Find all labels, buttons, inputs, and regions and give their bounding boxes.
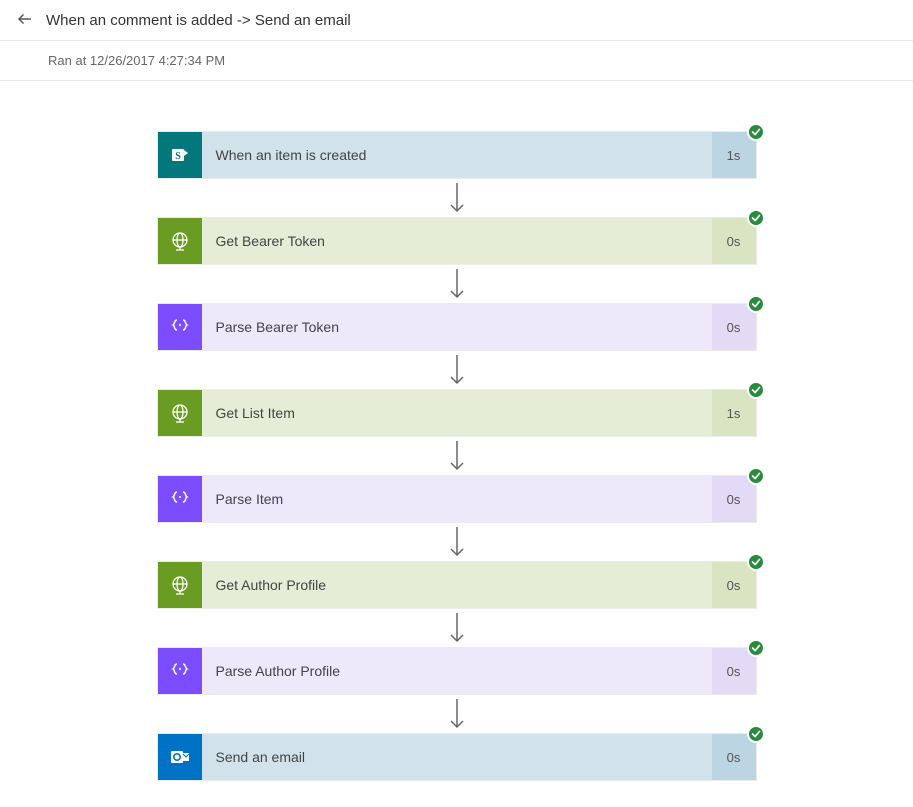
step-label: Parse Item: [202, 476, 712, 522]
run-timestamp: Ran at 12/26/2017 4:27:34 PM: [0, 41, 913, 81]
check-icon: [747, 381, 765, 399]
step-duration: 0s: [712, 648, 756, 694]
step-duration: 1s: [712, 132, 756, 178]
braces-icon: [158, 648, 202, 694]
flow-step-card[interactable]: Send an email0s: [157, 733, 757, 781]
flow-step-card[interactable]: Get List Item1s: [157, 389, 757, 437]
outlook-icon: [158, 734, 202, 780]
check-icon: [747, 295, 765, 313]
flow-step-card[interactable]: When an item is created1s: [157, 131, 757, 179]
check-icon: [747, 467, 765, 485]
step-duration: 0s: [712, 304, 756, 350]
step-label: Parse Author Profile: [202, 648, 712, 694]
check-icon: [747, 725, 765, 743]
step-duration: 0s: [712, 562, 756, 608]
step-label: Send an email: [202, 734, 712, 780]
step-label: Parse Bearer Token: [202, 304, 712, 350]
flow-step-card[interactable]: Parse Author Profile0s: [157, 647, 757, 695]
step-label: Get List Item: [202, 390, 712, 436]
flow-step-card[interactable]: Parse Item0s: [157, 475, 757, 523]
header-bar: When an comment is added -> Send an emai…: [0, 0, 913, 41]
step-duration: 0s: [712, 476, 756, 522]
step-duration: 0s: [712, 734, 756, 780]
step-duration: 1s: [712, 390, 756, 436]
globe-icon: [158, 390, 202, 436]
check-icon: [747, 209, 765, 227]
braces-icon: [158, 476, 202, 522]
arrow-down-icon: [445, 437, 469, 475]
check-icon: [747, 123, 765, 141]
step-label: When an item is created: [202, 132, 712, 178]
flow-step-card[interactable]: Get Author Profile0s: [157, 561, 757, 609]
arrow-down-icon: [445, 265, 469, 303]
flow-title: When an comment is added -> Send an emai…: [46, 12, 351, 29]
step-label: Get Author Profile: [202, 562, 712, 608]
check-icon: [747, 553, 765, 571]
globe-icon: [158, 562, 202, 608]
arrow-down-icon: [445, 179, 469, 217]
braces-icon: [158, 304, 202, 350]
check-icon: [747, 639, 765, 657]
sharepoint-icon: [158, 132, 202, 178]
globe-icon: [158, 218, 202, 264]
arrow-down-icon: [445, 523, 469, 561]
arrow-down-icon: [445, 695, 469, 733]
arrow-down-icon: [445, 609, 469, 647]
flow-step-card[interactable]: Parse Bearer Token0s: [157, 303, 757, 351]
step-label: Get Bearer Token: [202, 218, 712, 264]
step-duration: 0s: [712, 218, 756, 264]
arrow-down-icon: [445, 351, 469, 389]
flow-canvas: When an item is created1sGet Bearer Toke…: [0, 81, 913, 801]
flow-step-card[interactable]: Get Bearer Token0s: [157, 217, 757, 265]
back-arrow-icon[interactable]: [16, 10, 36, 30]
